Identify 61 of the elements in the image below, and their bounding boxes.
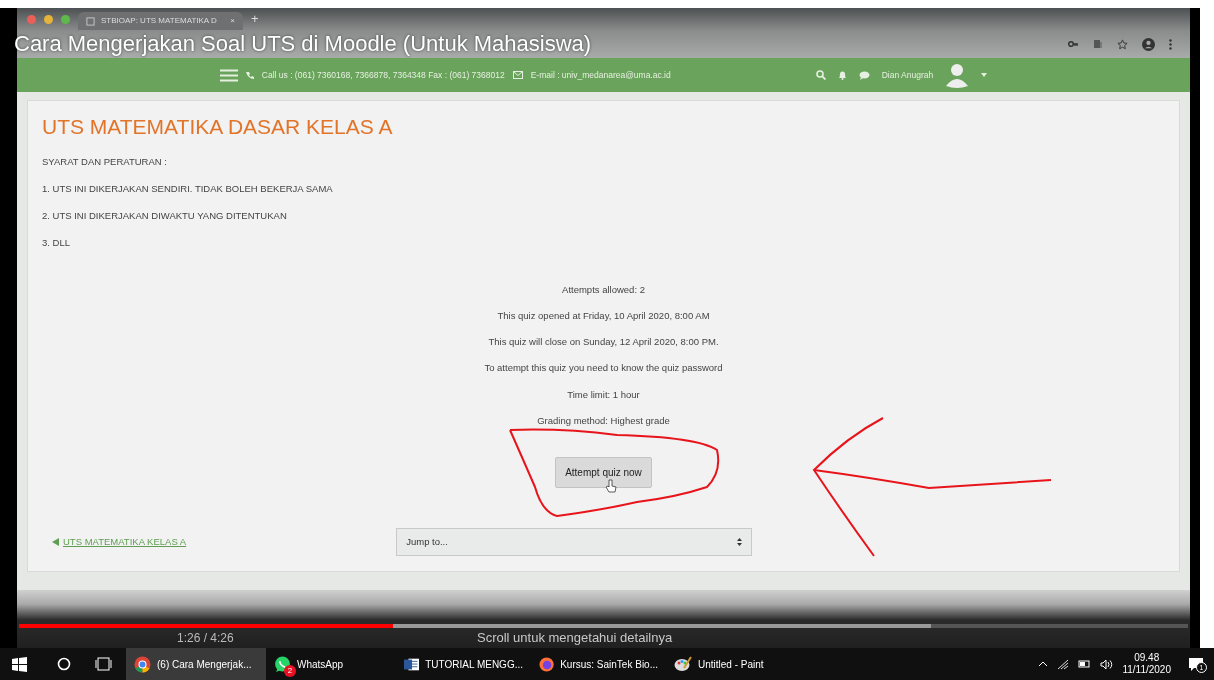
- phone-icon: [245, 71, 254, 79]
- quiz-info-text: Attempts allowed: 2: [562, 283, 645, 295]
- maximize-dot-icon[interactable]: [61, 14, 70, 24]
- email-text: E-mail : univ_medanarea@uma.ac.id: [530, 68, 671, 82]
- hand-cursor-icon: [605, 479, 617, 494]
- minimize-dot-icon[interactable]: [44, 14, 53, 24]
- chat-bubble-icon[interactable]: [858, 70, 870, 80]
- key-icon[interactable]: [1068, 40, 1079, 48]
- back-triangle-icon: [52, 538, 59, 547]
- account-icon[interactable]: [1142, 37, 1155, 51]
- page-icon: [86, 16, 95, 26]
- caret-icon[interactable]: [981, 73, 988, 77]
- taskbar-app-button[interactable]: Kursus: SainTek Bio...: [531, 648, 666, 680]
- palette-icon: [674, 656, 692, 672]
- task-view-icon[interactable]: [95, 657, 112, 671]
- document-app-icon: [404, 656, 420, 672]
- search-circle-icon[interactable]: [57, 657, 71, 671]
- chat-app-icon: [274, 655, 291, 673]
- wifi-icon[interactable]: [1057, 658, 1070, 670]
- menu-icon[interactable]: [219, 68, 238, 82]
- quiz-title: UTS MATEMATIKA DASAR KELAS A: [42, 114, 394, 140]
- taskbar-app-button[interactable]: (6) Cara Mengerjak...: [126, 648, 266, 680]
- bell-icon[interactable]: [837, 70, 847, 80]
- browser-icon: [134, 655, 151, 673]
- tab-title: STBIOAP: UTS MATEMATIKA D: [101, 15, 218, 27]
- taskbar-app-button[interactable]: TUTORIAL MENGG...: [396, 648, 531, 680]
- taskbar-app-button[interactable]: 2 WhatsApp: [266, 648, 396, 680]
- search-icon[interactable]: [815, 70, 826, 80]
- attempt-quiz-button[interactable]: Attempt quiz now: [555, 457, 652, 489]
- unread-badge: 2: [284, 665, 296, 677]
- jump-to-select[interactable]: Jump to...: [396, 528, 753, 557]
- quiz-info-text: To attempt this quiz you need to know the quiz password: [484, 362, 723, 374]
- avatar-icon[interactable]: [945, 62, 970, 88]
- translate-icon[interactable]: [1093, 39, 1103, 49]
- menu-icon[interactable]: [1169, 38, 1172, 50]
- speaker-icon[interactable]: [1100, 658, 1114, 670]
- close-dot-icon[interactable]: [27, 14, 36, 24]
- clock[interactable]: 09.48 11/11/2020: [1122, 652, 1171, 676]
- chevron-up-icon[interactable]: [1038, 661, 1049, 667]
- quiz-info-text: Time limit: 1 hour: [567, 388, 640, 400]
- windows-start-icon[interactable]: [12, 656, 27, 672]
- fox-browser-icon: [539, 655, 555, 673]
- star-icon[interactable]: [1117, 38, 1128, 50]
- time-display: 1:26 / 4:26: [177, 632, 234, 644]
- rule-text: SYARAT DAN PERATURAN :: [42, 155, 167, 167]
- battery-icon[interactable]: [1078, 659, 1092, 669]
- taskbar-app-button[interactable]: Untitled - Paint: [666, 648, 776, 680]
- contact-text: Call us : (061) 7360168, 7366878, 7364348 Fax : (061) 7368012: [261, 68, 505, 82]
- select-arrows-icon: [737, 538, 743, 547]
- rule-text: 1. UTS INI DIKERJAKAN SENDIRI. TIDAK BOLEH BEKERJA SAMA: [42, 182, 333, 194]
- rule-text: 2. UTS INI DIKERJAKAN DIWAKTU YANG DITENTUKAN: [42, 209, 287, 221]
- quiz-info-text: This quiz will close on Sunday, 12 April 2020, 8:00 PM.: [488, 336, 719, 348]
- new-tab-button[interactable]: +: [251, 9, 259, 29]
- envelope-icon: [512, 71, 523, 79]
- progress-track[interactable]: [19, 624, 1188, 628]
- quiz-info-text: Grading method: Highest grade: [537, 415, 670, 426]
- tab-close-button[interactable]: ×: [230, 15, 235, 27]
- rule-text: 3. DLL: [42, 236, 70, 248]
- quiz-info-text: This quiz opened at Friday, 10 April 2020, 8:00 AM: [497, 309, 710, 321]
- browser-tab[interactable]: STBIOAP: UTS MATEMATIKA D ×: [78, 12, 243, 30]
- video-caption: Scroll untuk mengetahui detailnya: [477, 632, 673, 644]
